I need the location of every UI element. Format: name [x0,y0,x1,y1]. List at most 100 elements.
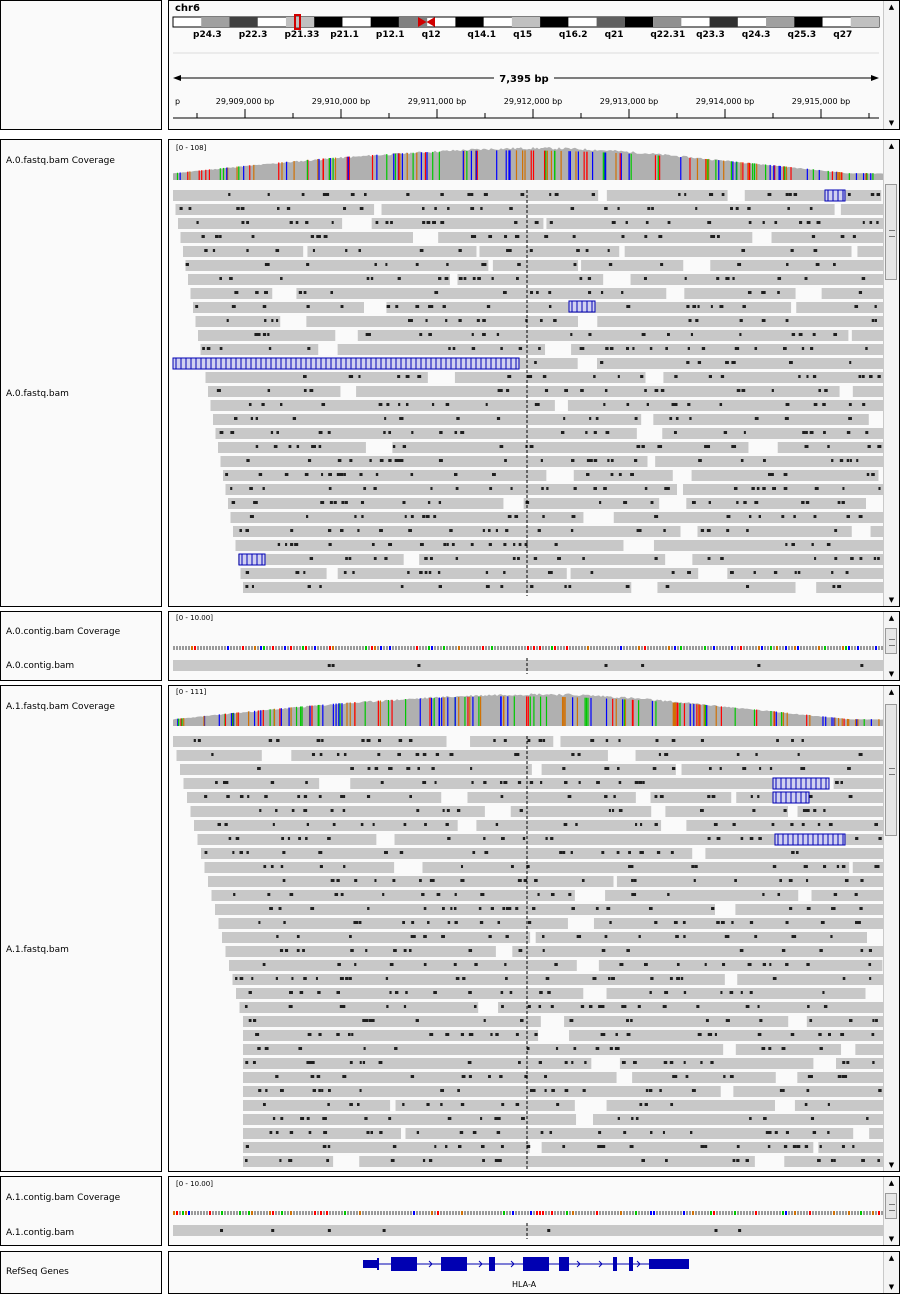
mismatch-mark [812,1131,817,1134]
aligned-read [546,218,883,229]
a1-coverage-track-name[interactable]: A.1.fastq.bam Coverage [6,702,115,712]
contig-coverage-bar [620,1211,622,1215]
contig-coverage-bar [449,646,451,650]
scroll-up-icon[interactable]: ▲ [884,686,899,698]
scroll-down-icon[interactable]: ▼ [884,1159,899,1171]
scroll-thumb[interactable] [885,184,897,280]
mismatch-mark [371,1019,375,1022]
a1-contig-alignment-view[interactable] [169,1177,883,1245]
a0-contig-scrollbar[interactable]: ▲ ▼ [883,612,899,680]
mismatch-mark [318,851,323,854]
scroll-down-icon[interactable]: ▼ [884,1281,899,1293]
mismatch-mark [644,487,648,490]
coverage-mismatch [443,697,445,726]
scroll-thumb[interactable] [885,628,897,654]
contig-coverage-bar [275,1211,277,1215]
scroll-up-icon[interactable]: ▲ [884,140,899,152]
mismatch-mark [438,501,442,504]
scroll-down-icon[interactable]: ▼ [884,668,899,680]
coverage-mismatch [401,153,403,180]
mismatch-mark [446,543,449,546]
header-scrollbar[interactable]: ▲ ▼ [883,1,899,129]
mismatch-mark [691,865,695,868]
scroll-down-icon[interactable]: ▼ [884,117,899,129]
mismatch-mark [281,837,285,840]
contig-coverage-bar [851,1211,853,1215]
mismatch-mark [674,375,678,378]
mismatch-mark [676,977,681,980]
a0-contig-alignment-view[interactable] [169,612,883,680]
contig-coverage-bar [248,1211,250,1215]
mismatch-mark [327,837,331,840]
mismatch-mark [454,473,458,476]
contig-coverage-bar [365,646,367,650]
mismatch-mark [644,389,647,392]
mismatch-mark [540,781,543,784]
a1-scrollbar[interactable]: ▲ ▼ [883,686,899,1171]
a0-scrollbar[interactable]: ▲ ▼ [883,140,899,606]
a1-contig-reads-track-name[interactable]: A.1.contig.bam [6,1228,74,1238]
scroll-down-icon[interactable]: ▼ [884,1233,899,1245]
mismatch-mark [528,921,532,924]
mismatch-mark [438,277,442,280]
mismatch-mark [716,921,720,924]
a0-alignment-view[interactable] [169,140,883,606]
mismatch-mark [621,235,625,238]
contig-coverage-bar [608,646,610,650]
scroll-up-icon[interactable]: ▲ [884,1177,899,1189]
scroll-thumb[interactable] [885,704,897,836]
mismatch-mark [495,823,499,826]
a0-coverage-track-name[interactable]: A.0.fastq.bam Coverage [6,156,115,166]
a0-contig-coverage-track-name[interactable]: A.0.contig.bam Coverage [6,627,120,637]
scroll-up-icon[interactable]: ▲ [884,1252,899,1264]
coverage-mismatch [201,170,203,180]
a0-contig-reads-track-name[interactable]: A.0.contig.bam [6,661,74,671]
mismatch-mark [747,291,752,294]
coverage-mismatch [806,168,808,180]
mismatch-mark [291,977,294,980]
mismatch-mark [518,347,523,350]
mismatch-mark [871,319,875,322]
aligned-read [235,540,624,551]
a0-reads-track-name[interactable]: A.0.fastq.bam [6,389,69,399]
mismatch-mark [767,1145,771,1148]
mismatch-mark [363,1047,366,1050]
coverage-mismatch [854,719,857,726]
scroll-up-icon[interactable]: ▲ [884,612,899,624]
a1-reads-track-name[interactable]: A.1.fastq.bam [6,945,69,955]
aligned-read [816,582,883,593]
contig-coverage-bar [302,1211,304,1215]
mismatch-mark [607,459,610,462]
chromosome-ideogram[interactable]: p24.3 p22.3 p21.33 p21.1 p12.1 q12 q14.1 q15 q16… [169,1,885,129]
a1-contig-coverage-track-name[interactable]: A.1.contig.bam Coverage [6,1193,120,1203]
contig-coverage-bar [473,646,475,650]
coverage-mismatch [822,716,824,726]
mismatch-mark [364,1117,368,1120]
mismatch-mark [804,865,808,868]
mismatch-mark [363,487,367,490]
mismatch-mark [694,865,698,868]
refseq-track-name[interactable]: RefSeq Genes [6,1267,69,1277]
scroll-down-icon[interactable]: ▼ [884,594,899,606]
mismatch-mark [530,585,534,588]
a1-contig-name-panel: A.1.contig.bam Coverage A.1.contig.bam [0,1176,162,1246]
mismatch-mark [268,347,272,350]
mismatch-mark [849,459,852,462]
aligned-read [243,1156,334,1167]
gene-name-label[interactable]: HLA-A [512,1280,536,1289]
scroll-up-icon[interactable]: ▲ [884,1,899,13]
refseq-scrollbar[interactable]: ▲ ▼ [883,1252,899,1293]
mismatch-mark [315,977,318,980]
a1-alignment-view[interactable] [169,686,883,1171]
aligned-read [173,190,599,201]
a1-contig-scrollbar[interactable]: ▲ ▼ [883,1177,899,1245]
contig-coverage-bar [254,646,256,650]
contig-coverage-bar [380,646,382,650]
scroll-thumb[interactable] [885,1193,897,1219]
mismatch-mark [233,893,236,896]
contig-coverage-bar [815,646,817,650]
mismatch-mark [831,459,834,462]
coverage-mismatch [288,707,290,726]
mismatch-mark [468,991,472,994]
mismatch-mark [571,515,576,518]
